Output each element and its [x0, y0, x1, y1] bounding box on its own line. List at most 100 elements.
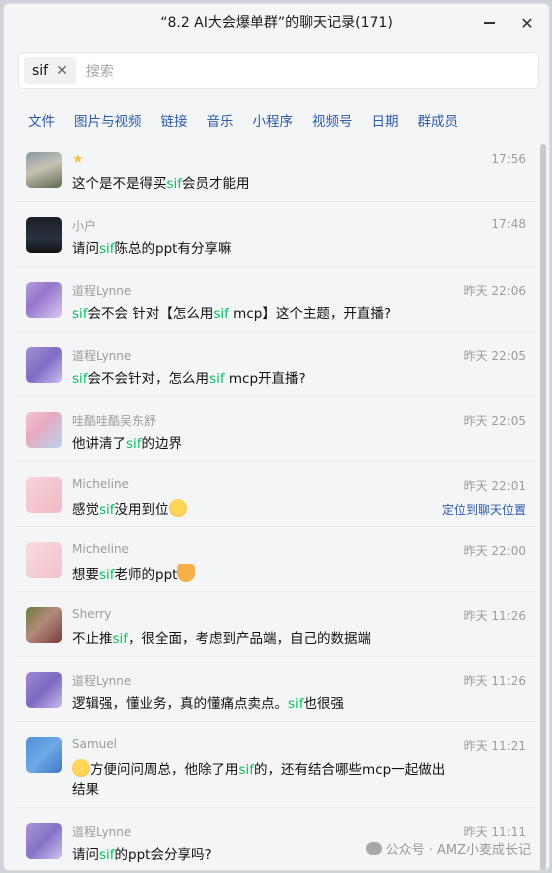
search-highlight: sif	[112, 631, 129, 647]
message-time: 昨天 22:01	[463, 479, 526, 493]
sender-name: ★	[72, 152, 84, 167]
filter-tabs: 文件 图片与视频 链接 音乐 小程序 视频号 日期 群成员	[28, 110, 477, 130]
search-highlight: sif	[72, 306, 88, 322]
avatar[interactable]	[26, 823, 62, 859]
avatar[interactable]	[26, 217, 62, 253]
message-text: 感觉sif没用到位	[72, 499, 452, 520]
message-time: 昨天 11:11	[463, 825, 526, 839]
avatar[interactable]	[26, 542, 62, 578]
tab-files[interactable]: 文件	[28, 110, 55, 130]
message-row[interactable]: 哇酷哇酷吴东舒 昨天 22:05 他讲清了sif的边界	[16, 397, 536, 462]
message-text: sif会不会 针对【怎么用sif mcp】这个主题，开直播?	[72, 304, 452, 324]
sender-name: Micheline	[72, 542, 129, 556]
sender-name: Sherry	[72, 607, 112, 621]
message-text: sif会不会针对，怎么用sif mcp开直播?	[72, 369, 452, 389]
message-fragment: 没用到位	[114, 502, 169, 518]
star-badge-icon: ★	[72, 152, 84, 167]
window-title: “8.2 AI大会爆单群”的聊天记录(171)	[160, 15, 393, 31]
sender-name: 小户	[72, 219, 97, 233]
message-row[interactable]: Micheline 昨天 22:00 想要sif老师的ppt	[16, 527, 536, 592]
search-highlight: sif	[99, 847, 115, 863]
message-time: 昨天 22:05	[463, 349, 526, 363]
message-fragment: ，很全面，考虑到产品端，自己的数据端	[128, 631, 372, 647]
tab-channels[interactable]: 视频号	[312, 110, 353, 130]
message-row[interactable]: 道程Lynne 昨天 22:06 sif会不会 针对【怎么用sif mcp】这个主题…	[16, 267, 536, 332]
search-highlight: sif	[99, 567, 115, 583]
message-text: 不止推sif，很全面，考虑到产品端，自己的数据端	[72, 629, 452, 649]
avatar[interactable]	[26, 672, 62, 708]
search-highlight: sif	[209, 371, 225, 387]
cat-emoji-icon	[177, 564, 196, 582]
message-row[interactable]: Sherry 昨天 11:26 不止推sif，很全面，考虑到产品端，自己的数据端	[16, 592, 536, 657]
close-icon: ✕	[520, 13, 534, 33]
message-row[interactable]: 道程Lynne 昨天 22:05 sif会不会针对，怎么用sif mcp开直播?	[16, 332, 536, 397]
search-highlight: sif	[238, 762, 255, 778]
tab-date[interactable]: 日期	[372, 110, 399, 130]
avatar[interactable]	[26, 737, 62, 773]
message-text: 他讲清了sif的边界	[72, 434, 452, 454]
message-fragment: mcp】这个主题，开直播?	[228, 306, 391, 322]
tab-links[interactable]: 链接	[161, 110, 188, 130]
chat-history-window: “8.2 AI大会爆单群”的聊天记录(171) ✕ sif ✕ 搜索 文件 图片…	[3, 3, 550, 871]
message-time: 昨天 22:05	[463, 414, 526, 428]
search-chip-label: sif	[32, 62, 49, 79]
search-highlight: sif	[288, 696, 304, 712]
message-fragment: 不止推	[72, 631, 113, 647]
message-row[interactable]: ★ 17:56 这个是不是得买sif会员才能用	[16, 137, 536, 202]
emoji-icon	[72, 759, 90, 777]
message-row[interactable]: Micheline 昨天 22:01 定位到聊天位置 感觉sif没用到位	[16, 462, 536, 527]
sender-name: 道程Lynne	[72, 674, 132, 688]
message-row[interactable]: 道程Lynne 昨天 11:26 逻辑强，懂业务，真的懂痛点卖点。sif也很强	[16, 657, 536, 722]
search-highlight: sif	[72, 371, 88, 387]
scrollbar[interactable]	[540, 144, 546, 870]
search-highlight: sif	[213, 306, 229, 322]
tab-miniprogram[interactable]: 小程序	[253, 110, 294, 130]
avatar[interactable]	[26, 282, 62, 318]
message-fragment: 陈总的ppt有分享嘛	[114, 241, 232, 257]
tab-members[interactable]: 群成员	[418, 110, 459, 130]
message-fragment: 这个是不是得买	[72, 176, 167, 192]
message-text: 这个是不是得买sif会员才能用	[72, 174, 452, 194]
tab-music[interactable]: 音乐	[207, 110, 234, 130]
avatar[interactable]	[26, 347, 62, 383]
message-fragment: 想要	[72, 567, 99, 583]
search-box[interactable]: sif ✕ 搜索	[18, 52, 539, 89]
avatar[interactable]	[26, 412, 62, 448]
avatar[interactable]	[26, 607, 62, 643]
message-text: 逻辑强，懂业务，真的懂痛点卖点。sif也很强	[72, 694, 452, 714]
search-highlight: sif	[99, 502, 115, 518]
minimize-button[interactable]	[475, 10, 503, 36]
sender-name: Micheline	[72, 477, 129, 491]
avatar[interactable]	[26, 152, 62, 188]
search-input[interactable]: 搜索	[86, 61, 114, 81]
wechat-icon	[365, 842, 382, 855]
close-button[interactable]: ✕	[513, 10, 541, 36]
message-row[interactable]: 小户 17:48 请问sif陈总的ppt有分享嘛	[16, 202, 536, 267]
search-highlight: sif	[126, 436, 142, 452]
message-fragment: 会不会针对，怎么用	[87, 371, 210, 387]
sender-name: 道程Lynne	[72, 825, 132, 839]
message-fragment: 请问	[72, 847, 99, 863]
tab-media[interactable]: 图片与视频	[74, 110, 142, 130]
message-time: 17:48	[491, 217, 526, 231]
message-fragment: 他讲清了	[72, 436, 126, 452]
message-fragment: mcp开直播?	[224, 371, 306, 387]
avatar[interactable]	[26, 477, 62, 513]
message-time: 昨天 22:06	[463, 284, 526, 298]
message-row[interactable]: Samuel 昨天 11:21 方便问问周总，他除了用sif的，还有结合哪些mcp一…	[16, 722, 536, 808]
message-fragment: 逻辑强，懂业务，真的懂痛点卖点。	[72, 696, 288, 712]
message-time: 昨天 22:00	[463, 544, 526, 558]
search-chip[interactable]: sif ✕	[24, 57, 76, 84]
sender-name: Samuel	[72, 737, 117, 751]
locate-in-chat-link[interactable]: 定位到聊天位置	[442, 501, 526, 518]
remove-chip-icon[interactable]: ✕	[56, 63, 68, 79]
sender-name: 道程Lynne	[72, 349, 132, 363]
message-time: 昨天 11:21	[463, 739, 526, 753]
titlebar: “8.2 AI大会爆单群”的聊天记录(171) ✕	[4, 4, 549, 40]
message-text: 方便问问周总，他除了用sif的，还有结合哪些mcp一起做出结果	[72, 759, 452, 800]
watermark-text: 公众号 · AMZ小麦成长记	[385, 843, 531, 858]
message-time: 昨天 11:26	[463, 674, 526, 688]
message-fragment: 的ppt会分享吗?	[114, 847, 212, 863]
sender-name: 道程Lynne	[72, 284, 132, 298]
message-fragment: 会不会 针对【怎么用	[87, 306, 214, 322]
